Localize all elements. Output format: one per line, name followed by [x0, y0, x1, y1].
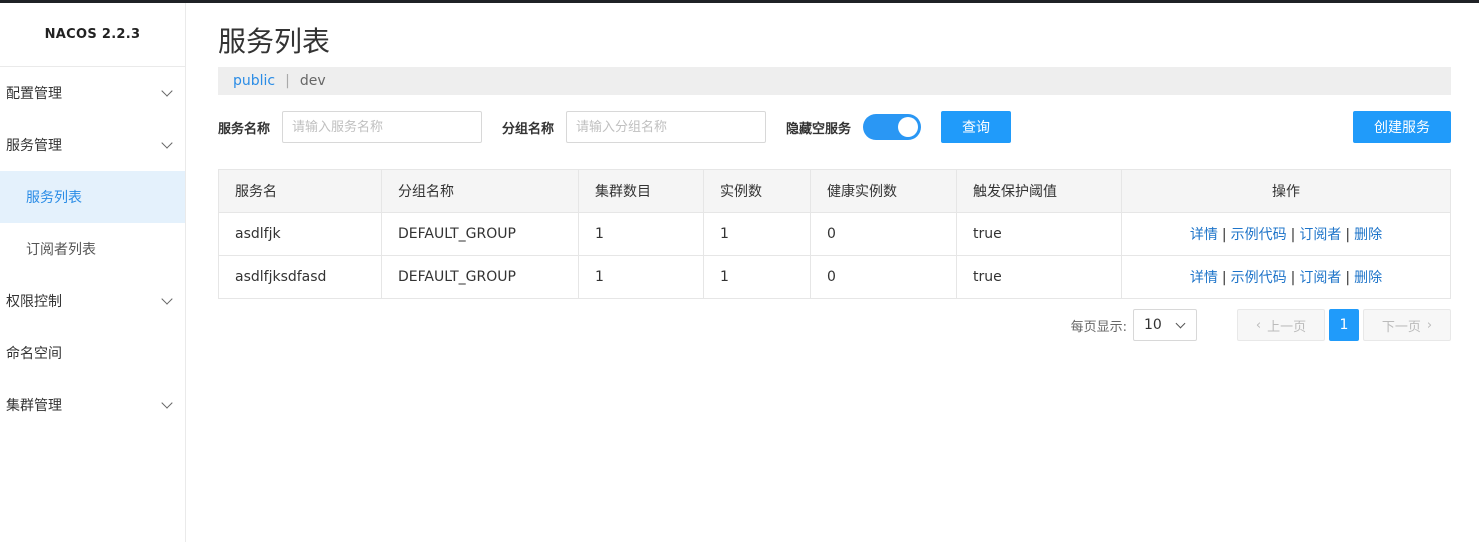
- column-header-actions: 操作: [1121, 169, 1451, 213]
- pagination: 每页显示: 10 ‹ 上一页 1 下一页 ›: [218, 309, 1451, 341]
- column-header-cluster-count: 集群数目: [578, 169, 704, 213]
- brand-logo: NACOS 2.2.3: [0, 3, 185, 67]
- table-row: asdlfjk DEFAULT_GROUP 1 1 0 true 详情 | 示例代码…: [218, 212, 1451, 256]
- sample-code-link[interactable]: 示例代码: [1231, 270, 1287, 286]
- cell-service-name: asdlfjk: [218, 212, 382, 256]
- sidebar-item-subscriber-list[interactable]: 订阅者列表: [0, 223, 185, 275]
- chevron-right-icon: ›: [1426, 317, 1433, 333]
- action-separator: |: [1345, 270, 1351, 286]
- page-title: 服务列表: [218, 25, 331, 58]
- action-separator: |: [1221, 270, 1227, 286]
- cell-healthy-count: 0: [810, 255, 957, 299]
- main-content: 服务列表 public | dev 服务名称 分组名称 隐藏空服务 查询 创建服…: [218, 3, 1451, 341]
- chevron-left-icon: ‹: [1255, 317, 1262, 333]
- sidebar: NACOS 2.2.3 配置管理 服务管理 服务列表 订阅者列表 权限控制 命名…: [0, 3, 186, 542]
- cell-protect-threshold: true: [956, 255, 1122, 299]
- cell-actions: 详情 | 示例代码 | 订阅者 | 删除: [1121, 212, 1451, 256]
- per-page-label: 每页显示:: [1070, 319, 1127, 335]
- delete-link[interactable]: 删除: [1354, 270, 1382, 286]
- action-separator: |: [1290, 227, 1296, 243]
- query-button[interactable]: 查询: [941, 111, 1012, 143]
- action-separator: |: [1345, 227, 1351, 243]
- next-page-label: 下一页: [1381, 319, 1421, 335]
- column-header-group-name: 分组名称: [381, 169, 579, 213]
- cell-protect-threshold: true: [956, 212, 1122, 256]
- sidebar-item-access-control[interactable]: 权限控制: [0, 275, 185, 327]
- sidebar-item-service-management[interactable]: 服务管理: [0, 119, 185, 171]
- group-name-label: 分组名称: [502, 121, 555, 137]
- cell-group-name: DEFAULT_GROUP: [381, 212, 579, 256]
- sidebar-item-label: 服务管理: [6, 138, 62, 154]
- action-separator: |: [1290, 270, 1296, 286]
- service-table: 服务名 分组名称 集群数目 实例数 健康实例数 触发保护阈值 操作 asdlfj…: [218, 169, 1451, 299]
- page-number-current[interactable]: 1: [1329, 309, 1359, 341]
- cell-cluster-count: 1: [578, 212, 704, 256]
- create-service-button[interactable]: 创建服务: [1353, 111, 1451, 143]
- per-page-select[interactable]: 10: [1133, 309, 1197, 341]
- sidebar-item-cluster-management[interactable]: 集群管理: [0, 379, 185, 431]
- table-header-row: 服务名 分组名称 集群数目 实例数 健康实例数 触发保护阈值 操作: [218, 169, 1451, 213]
- toggle-knob: [898, 117, 919, 137]
- service-name-input[interactable]: [282, 111, 483, 143]
- cell-instance-count: 1: [703, 255, 811, 299]
- hide-empty-label: 隐藏空服务: [786, 121, 852, 137]
- column-header-instance-count: 实例数: [703, 169, 811, 213]
- chevron-down-icon: [161, 397, 173, 409]
- chevron-down-icon: [161, 137, 173, 149]
- next-page-button[interactable]: 下一页 ›: [1363, 309, 1451, 341]
- sidebar-item-service-list[interactable]: 服务列表: [0, 171, 185, 223]
- cell-actions: 详情 | 示例代码 | 订阅者 | 删除: [1121, 255, 1451, 299]
- cell-instance-count: 1: [703, 212, 811, 256]
- sidebar-item-namespace[interactable]: 命名空间: [0, 327, 185, 379]
- cell-cluster-count: 1: [578, 255, 704, 299]
- column-header-protect-threshold: 触发保护阈值: [956, 169, 1122, 213]
- chevron-down-icon: [161, 293, 173, 305]
- sidebar-item-label: 服务列表: [26, 190, 82, 206]
- namespace-bar: public | dev: [218, 67, 1451, 95]
- group-name-input[interactable]: [566, 111, 767, 143]
- sidebar-item-label: 命名空间: [6, 346, 62, 362]
- namespace-current-dev: dev: [299, 73, 326, 89]
- sidebar-item-config-management[interactable]: 配置管理: [0, 67, 185, 119]
- sidebar-item-label: 订阅者列表: [26, 242, 96, 258]
- prev-page-label: 上一页: [1267, 319, 1307, 335]
- detail-link[interactable]: 详情: [1190, 270, 1218, 286]
- subscribers-link[interactable]: 订阅者: [1299, 270, 1341, 286]
- cell-service-name: asdlfjksdfasd: [218, 255, 382, 299]
- filter-bar: 服务名称 分组名称 隐藏空服务 查询 创建服务: [218, 111, 1451, 143]
- sidebar-item-label: 权限控制: [6, 294, 62, 310]
- cell-group-name: DEFAULT_GROUP: [381, 255, 579, 299]
- hide-empty-toggle[interactable]: [863, 114, 922, 140]
- prev-page-button[interactable]: ‹ 上一页: [1237, 309, 1325, 341]
- detail-link[interactable]: 详情: [1190, 227, 1218, 243]
- subscribers-link[interactable]: 订阅者: [1299, 227, 1341, 243]
- column-header-healthy-count: 健康实例数: [810, 169, 957, 213]
- cell-healthy-count: 0: [810, 212, 957, 256]
- per-page-value: 10: [1144, 317, 1162, 333]
- sidebar-item-label: 配置管理: [6, 86, 62, 102]
- service-name-label: 服务名称: [218, 121, 271, 137]
- table-row: asdlfjksdfasd DEFAULT_GROUP 1 1 0 true 详…: [218, 255, 1451, 299]
- chevron-down-icon: [161, 85, 173, 97]
- delete-link[interactable]: 删除: [1354, 227, 1382, 243]
- column-header-service-name: 服务名: [218, 169, 382, 213]
- namespace-link-public[interactable]: public: [233, 73, 275, 89]
- namespace-separator: |: [285, 73, 290, 89]
- chevron-down-icon: [1175, 318, 1186, 328]
- sidebar-item-label: 集群管理: [6, 398, 62, 414]
- sample-code-link[interactable]: 示例代码: [1231, 227, 1287, 243]
- action-separator: |: [1221, 227, 1227, 243]
